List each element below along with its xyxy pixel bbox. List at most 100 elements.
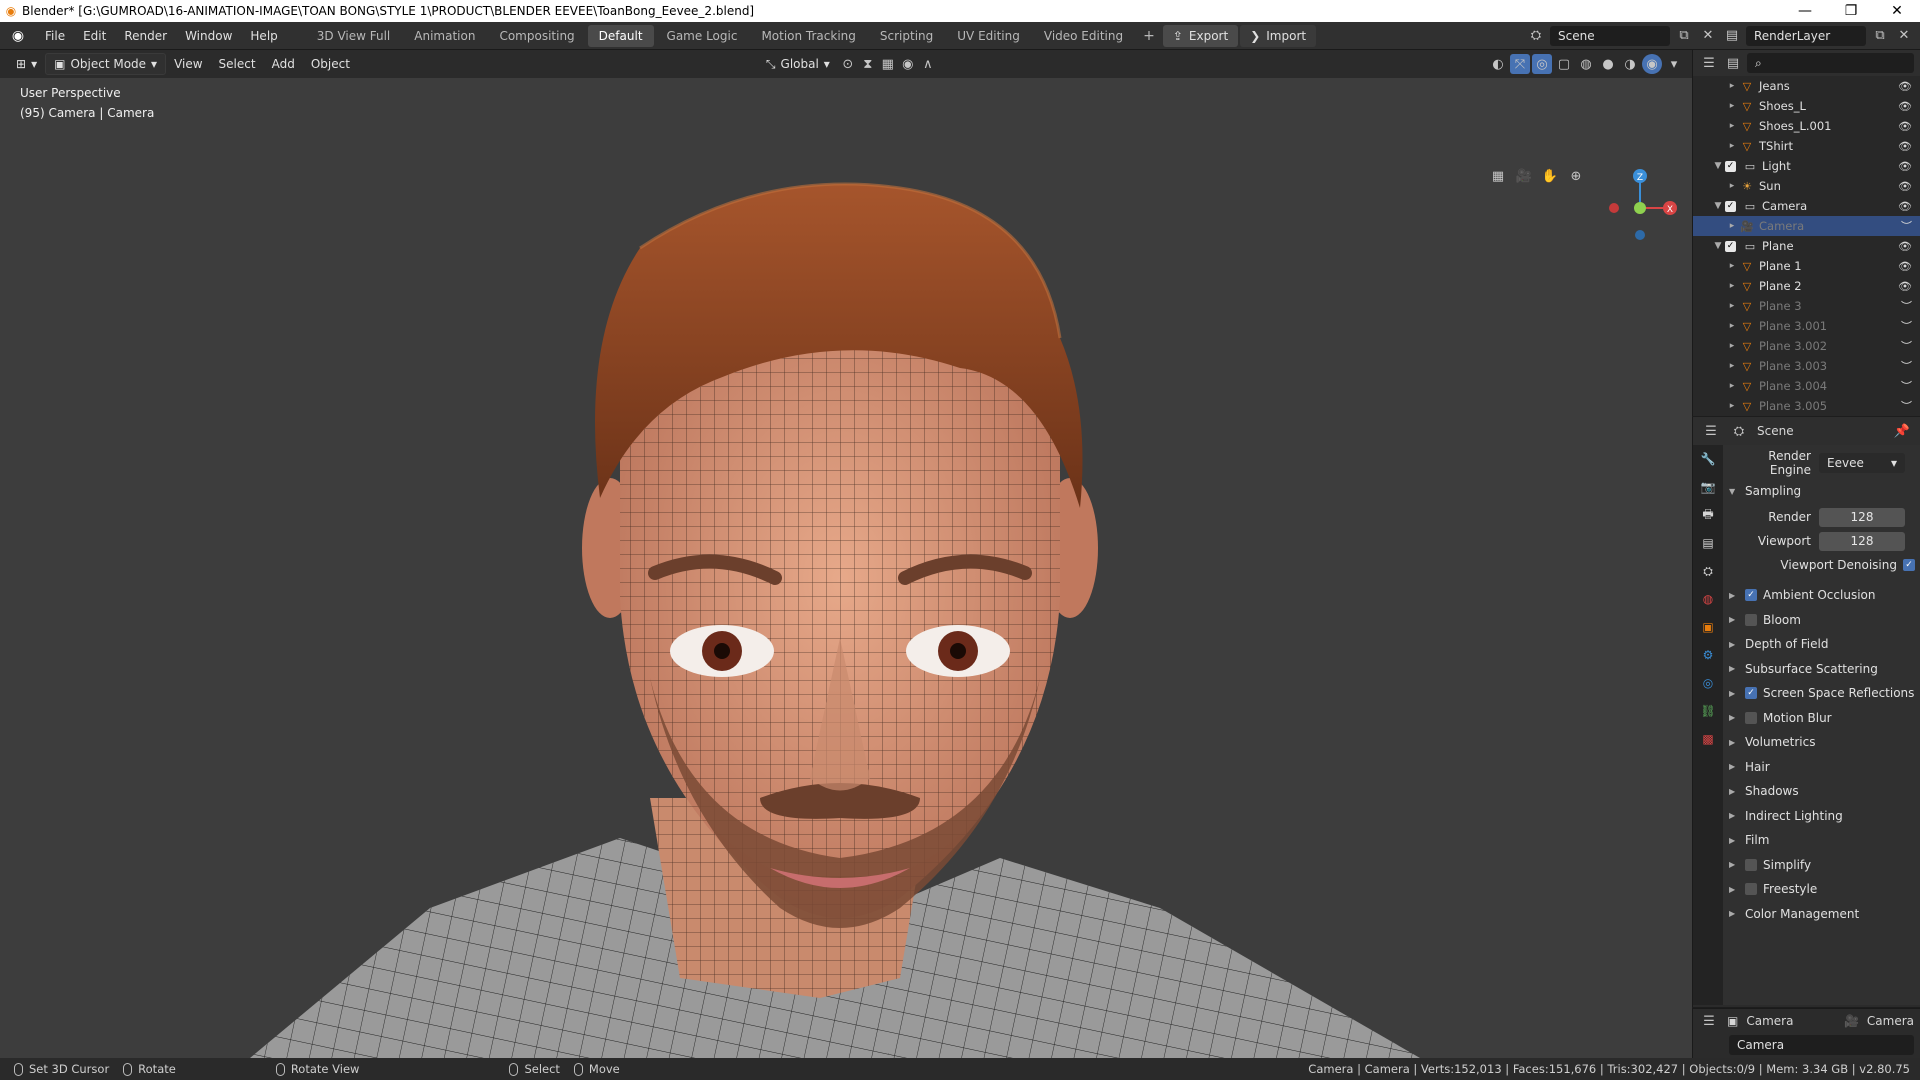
panel-indirect-lighting[interactable]: ▶ Indirect Lighting [1729,804,1915,829]
workspace-tab-compositing[interactable]: Compositing [488,25,585,47]
new-view-layer-icon[interactable]: ⧉ [1870,26,1890,46]
eye-icon[interactable]: 👁 [1898,260,1912,273]
gizmo-neg-z-axis[interactable] [1635,230,1645,240]
eye-closed-icon[interactable]: ︶ [1901,358,1912,374]
panel-checkbox[interactable] [1745,858,1757,871]
panel-color-management[interactable]: ▶ Color Management [1729,902,1915,927]
panel-screen-space-reflections[interactable]: ▶ ✓ Screen Space Reflections [1729,681,1915,706]
eye-closed-icon[interactable]: ︶ [1901,218,1912,234]
scene-tab-icon[interactable]: ⛭ [1693,557,1723,585]
outliner-row[interactable]: ▸ ▽ Plane 3.002 ︶ [1693,336,1920,356]
panel-ambient-occlusion[interactable]: ▶ ✓ Ambient Occlusion [1729,583,1915,608]
collapsed-arrow-icon[interactable]: ▸ [1725,261,1739,271]
collapsed-arrow-icon[interactable]: ▸ [1725,321,1739,331]
workspace-tab-uv-editing[interactable]: UV Editing [946,25,1031,47]
panel-checkbox[interactable]: ✓ [1745,589,1757,602]
falloff-icon[interactable]: ∧ [918,54,938,74]
panel-depth-of-field[interactable]: ▶ Depth of Field [1729,632,1915,657]
panel-checkbox[interactable] [1745,711,1757,724]
collapsed-arrow-icon[interactable]: ▸ [1725,81,1739,91]
outliner-row[interactable]: ▸ ▽ TShirt 👁 [1693,136,1920,156]
collapsed-arrow-icon[interactable]: ▸ [1725,181,1739,191]
properties-editor-icon[interactable]: ☰ [1701,421,1721,441]
panel-bloom[interactable]: ▶ Bloom [1729,608,1915,633]
grid-view-icon[interactable]: ▦ [1488,166,1508,186]
eye-icon[interactable]: 👁 [1898,240,1912,253]
collapsed-arrow-icon[interactable]: ▸ [1725,381,1739,391]
material-shading-icon[interactable]: ◑ [1620,54,1640,74]
view-layer-tab-icon[interactable]: ▤ [1693,529,1723,557]
gizmo-neg-x-axis[interactable] [1609,203,1619,213]
collapsed-arrow-icon[interactable]: ▸ [1725,141,1739,151]
eye-closed-icon[interactable]: ︶ [1901,318,1912,334]
expanded-arrow-icon[interactable]: ▼ [1711,201,1725,211]
outliner-row[interactable]: ▸ ▽ Jeans 👁 [1693,76,1920,96]
outliner-row[interactable]: ▸ ▽ Plane 3.005 ︶ [1693,396,1920,416]
view-menu[interactable]: View [166,53,210,75]
panel-hair[interactable]: ▶ Hair [1729,755,1915,780]
collapsed-arrow-icon[interactable]: ▸ [1725,281,1739,291]
navigation-gizmo[interactable]: Z X [1600,160,1680,240]
outliner-row[interactable]: ▸ ☀ Sun 👁 [1693,176,1920,196]
outliner-row[interactable]: ▸ ▽ Plane 2 👁 [1693,276,1920,296]
eye-icon[interactable]: 👁 [1898,200,1912,213]
delete-scene-icon[interactable]: ✕ [1698,26,1718,46]
camera-name-field[interactable]: Camera [1729,1035,1914,1055]
panel-simplify[interactable]: ▶ Simplify [1729,853,1915,878]
collapsed-arrow-icon[interactable]: ▸ [1725,121,1739,131]
outliner-row[interactable]: ▸ ▽ Plane 3.001 ︶ [1693,316,1920,336]
sampling-render-field[interactable]: 128 [1819,507,1905,527]
solid-shading-icon[interactable]: ● [1598,54,1618,74]
gizmo-toggle-icon[interactable]: ⤧ [1510,54,1530,74]
eye-icon[interactable]: 👁 [1898,100,1912,113]
pivot-icon[interactable]: ⊙ [838,54,858,74]
eye-icon[interactable]: 👁 [1898,80,1912,93]
3d-viewport[interactable]: User Perspective (95) Camera | Camera ▦ … [0,78,1692,1058]
camera-view-icon[interactable]: 🎥 [1514,166,1534,186]
eye-closed-icon[interactable]: ︶ [1901,398,1912,414]
view-layer-icon[interactable]: ▤ [1722,26,1742,46]
eye-icon[interactable]: 👁 [1898,180,1912,193]
restore-button[interactable]: ❐ [1828,0,1874,22]
sampling-viewport-field[interactable]: 128 [1819,531,1905,551]
eye-closed-icon[interactable]: ︶ [1901,298,1912,314]
pan-hand-icon[interactable]: ✋ [1540,166,1560,186]
close-button[interactable]: ✕ [1874,0,1920,22]
outliner-search[interactable]: ⌕ [1747,53,1914,73]
panel-checkbox[interactable] [1745,883,1757,896]
wireframe-shading-icon[interactable]: ◍ [1576,54,1596,74]
collection-checkbox[interactable]: ✓ [1725,200,1736,212]
render-engine-select[interactable]: Eevee ▾ [1819,453,1905,473]
overlay-toggle-icon[interactable]: ◎ [1532,54,1552,74]
blender-menu-icon[interactable]: ◉ [0,28,36,44]
workspace-tab-video-editing[interactable]: Video Editing [1033,25,1134,47]
panel-checkbox[interactable] [1745,613,1757,626]
object-menu[interactable]: Object [303,53,358,75]
workspace-tab-3d-view-full[interactable]: 3D View Full [306,25,402,47]
outliner-row[interactable]: ▸ ▽ Plane 3 ︶ [1693,296,1920,316]
workspace-tab-animation[interactable]: Animation [403,25,486,47]
render-tab-icon[interactable]: 📷 [1693,473,1723,501]
collapsed-arrow-icon[interactable]: ▸ [1725,301,1739,311]
outliner-row[interactable]: ▸ ▽ Plane 1 👁 [1693,256,1920,276]
eye-closed-icon[interactable]: ︶ [1901,378,1912,394]
editor-type-button[interactable]: ⊞ ▾ [8,53,45,75]
collapsed-arrow-icon[interactable]: ▸ [1725,361,1739,371]
menu-render[interactable]: Render [115,22,176,50]
menu-file[interactable]: File [36,22,74,50]
object-tab-icon[interactable]: ▣ [1693,613,1723,641]
modifier-tab-icon[interactable]: ⚙ [1693,641,1723,669]
eye-icon[interactable]: 👁 [1898,140,1912,153]
snap-target-icon[interactable]: ▦ [878,54,898,74]
panel-freestyle[interactable]: ▶ Freestyle [1729,877,1915,902]
view-layer-field[interactable]: RenderLayer [1746,25,1866,46]
outliner-row[interactable]: ▼ ✓ ▭ Light 👁 [1693,156,1920,176]
eye-closed-icon[interactable]: ︶ [1901,338,1912,354]
import-button[interactable]: ❯ Import [1240,24,1317,47]
collection-checkbox[interactable]: ✓ [1725,240,1736,252]
export-button[interactable]: ⇪ Export [1162,24,1239,47]
minimize-button[interactable]: — [1782,0,1828,22]
gizmo-y-axis[interactable] [1634,202,1646,214]
menu-edit[interactable]: Edit [74,22,115,50]
workspace-tab-scripting[interactable]: Scripting [869,25,944,47]
